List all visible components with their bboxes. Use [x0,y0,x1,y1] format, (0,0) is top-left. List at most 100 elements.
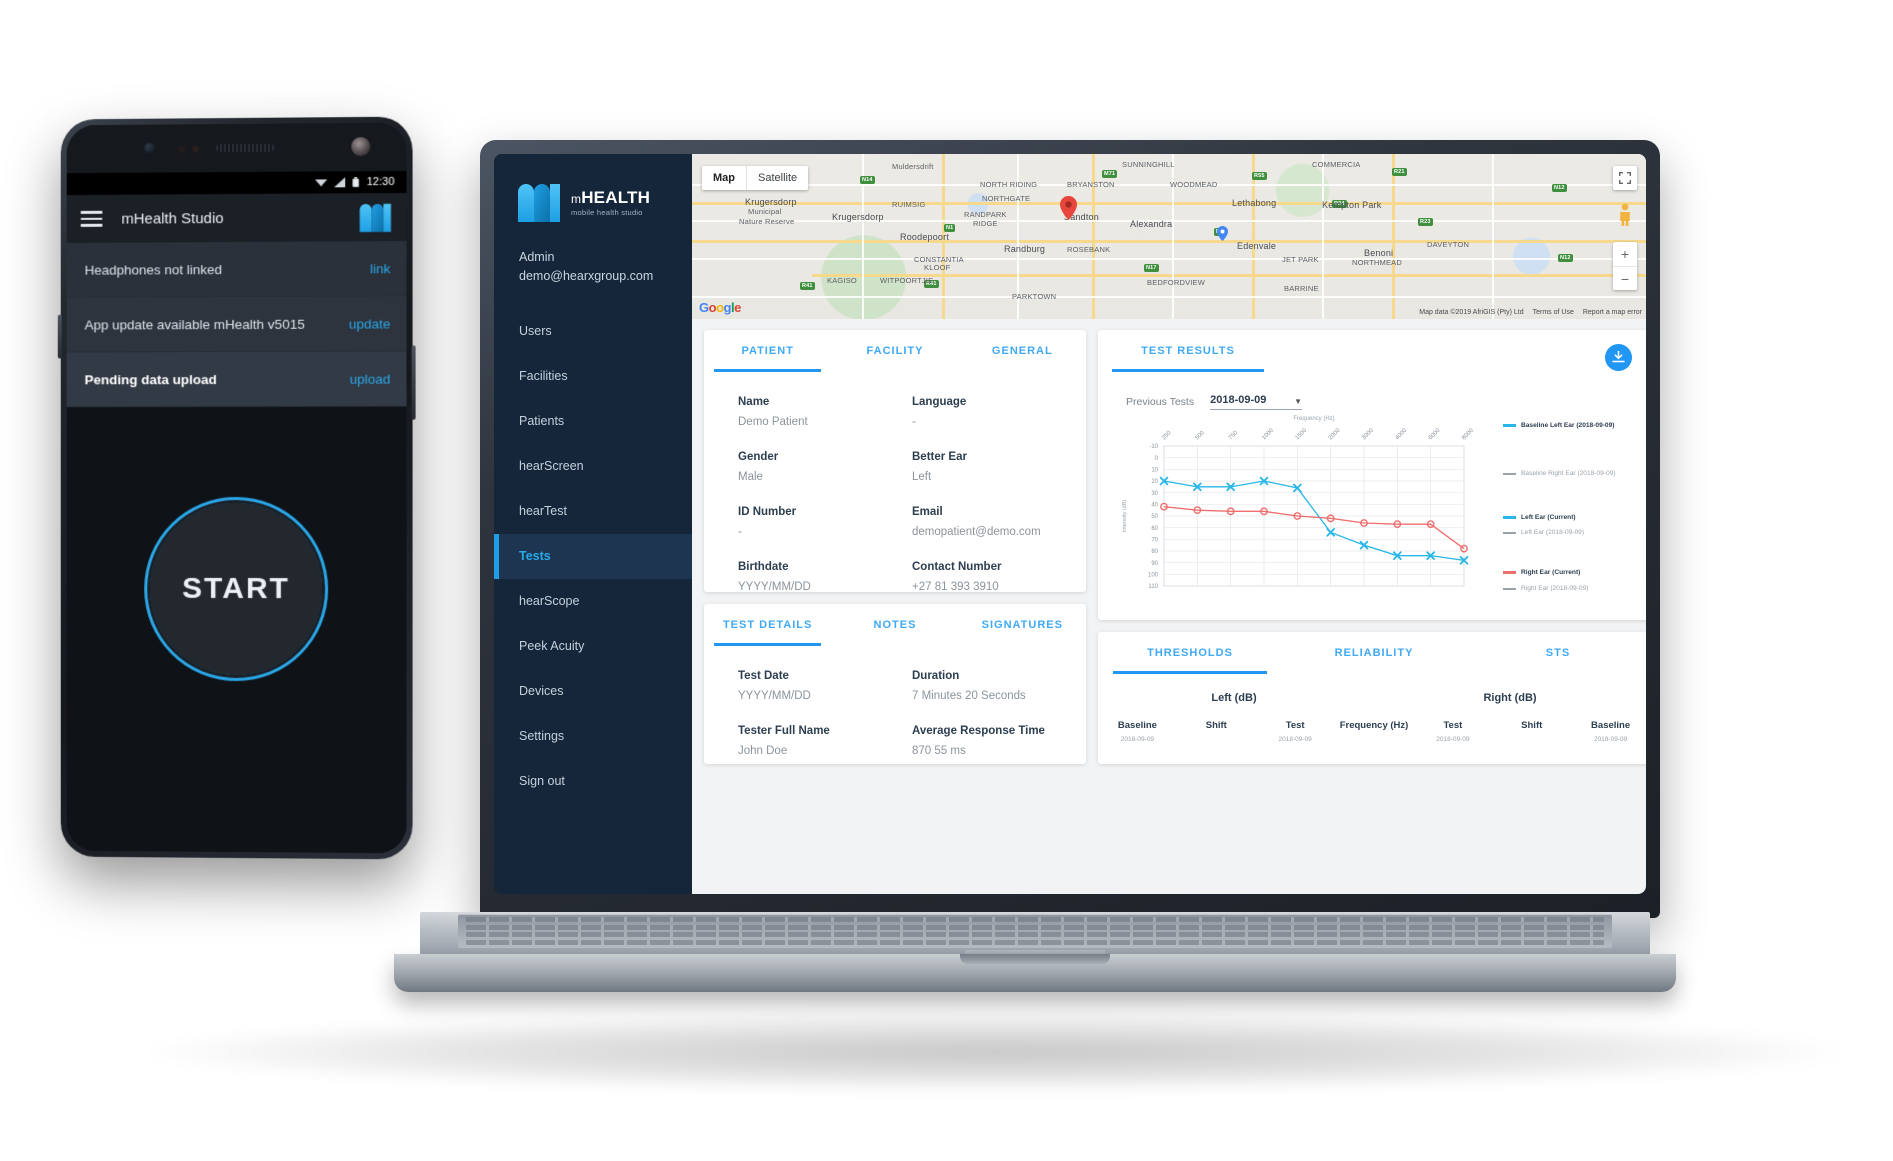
map-place-label: Krugersdorp [832,212,884,222]
field-value: John Doe [738,745,788,757]
map-report-error-link[interactable]: Report a map error [1583,309,1642,316]
tab-signatures[interactable]: SIGNATURES [959,604,1086,646]
tab-facility[interactable]: FACILITY [831,330,958,372]
sidebar-item-patients[interactable]: Patients [494,399,692,444]
brand-wordmark: mHEALTH mobile health studio [571,187,650,217]
sidebar-item-tests[interactable]: Tests [494,533,692,579]
map-fullscreen-button[interactable] [1613,166,1637,190]
map-marker-pin-red[interactable] [1060,196,1077,220]
map-place-label: BARRINE [1284,284,1319,293]
chart-ytick: 20 [1151,479,1158,485]
map-zoom-out-button[interactable]: − [1613,266,1637,290]
laptop-keyboard-deck [420,912,1650,959]
map-place-label: Municipal [748,207,782,216]
download-results-button[interactable] [1605,344,1632,371]
sidebar-item-hearscope[interactable]: hearScope [494,579,692,624]
tab-reliability[interactable]: RELIABILITY [1282,632,1466,674]
location-map[interactable]: N14 M71 R55 R21 N1 N3 R23 R41 R41 N17 R2… [692,154,1646,319]
phone-app-title: mHealth Studio [121,209,224,228]
tab-sts[interactable]: STS [1466,632,1646,674]
google-logo-e: e [734,300,741,315]
sidebar-item-peek-acuity[interactable]: Peek Acuity [494,624,692,669]
tab-patient[interactable]: PATIENT [704,330,831,372]
sidebar-item-hearscreen[interactable]: hearScreen [494,444,692,489]
patient-card-tabs: PATIENT FACILITY GENERAL [704,330,1086,372]
column-header: Shift [1205,720,1227,731]
sidebar-item-devices[interactable]: Devices [494,669,692,714]
wifi-icon [315,179,327,187]
map-background [692,154,1646,319]
legend-item-right-ear-current: Right Ear (Current) [1503,569,1580,576]
keyboard-row [466,939,1604,945]
legend-item-right-ear-previous: Right Ear (2018-09-09) [1503,585,1588,592]
test-details-fields: Test Date YYYY/MM/DD Duration 7 Minutes … [704,646,1086,757]
field-value: Male [738,471,763,483]
chart-ytick: 80 [1151,549,1158,555]
field-gender: Gender Male [738,451,912,483]
notification-action-upload[interactable]: upload [350,371,391,386]
sidebar-item-sign-out[interactable]: Sign out [494,759,692,804]
sidebar-item-facilities[interactable]: Facilities [494,354,692,399]
field-test-date: Test Date YYYY/MM/DD [738,670,912,702]
field-value: +27 81 393 3910 [912,581,999,593]
map-terms-link[interactable]: Terms of Use [1533,309,1574,316]
sidebar-item-heartest[interactable]: hearTest [494,489,692,534]
legend-swatch [1503,587,1516,590]
tab-thresholds[interactable]: THRESHOLDS [1098,632,1282,674]
thresholds-card: THRESHOLDS RELIABILITY STS Left (dB) Rig… [1098,632,1646,764]
map-zoom-in-button[interactable]: + [1613,242,1637,266]
google-logo-g2: g [723,300,732,315]
mhealth-m-logo-icon [359,203,391,233]
screenshot-stage: mHEALTH mobile health studio Admin demo@… [0,0,1893,1161]
chart-xaxis-title: Frequency (Hz) [1293,416,1334,422]
laptop-base [394,912,1676,998]
phone-volume-button[interactable] [411,345,416,420]
map-place-label: Lethabong [1232,198,1277,208]
map-attribution-data: Map data ©2019 AfriGIS (Pty) Ltd [1419,309,1524,316]
map-type-map-button[interactable]: Map [702,166,746,190]
notification-action-update[interactable]: update [349,316,391,331]
map-place-label: Roodepoort [900,232,950,242]
field-value: 870 55 ms [912,745,966,757]
start-button-label: START [182,571,290,606]
map-marker-pin-blue[interactable] [1217,226,1228,241]
map-street-view-pegman[interactable] [1613,202,1637,228]
map-zoom-controls[interactable]: + − [1613,242,1637,290]
download-icon [1612,351,1625,363]
tab-test-results[interactable]: TEST RESULTS [1098,330,1278,372]
laptop-keyboard [458,914,1612,948]
field-better-ear: Better Ear Left [912,451,1086,483]
chart-ytick: 70 [1151,538,1158,544]
map-type-satellite-button[interactable]: Satellite [746,166,809,190]
mhealth-m-logo-icon [518,184,560,222]
map-road-minor [692,258,1646,260]
threshold-col-left-test: Test 2018-09-09 [1256,720,1335,743]
mhealth-studio-web-app: mHEALTH mobile health studio Admin demo@… [494,154,1646,894]
map-road [692,240,1646,243]
tab-notes[interactable]: NOTES [831,604,958,646]
tab-test-details[interactable]: TEST DETAILS [704,604,831,646]
field-label: ID Number [738,506,797,518]
field-label: Better Ear [912,451,967,463]
column-header: Test [1443,720,1463,731]
notification-action-link[interactable]: link [370,261,390,276]
map-place-label: KLOOF [924,263,951,272]
legend-label: Baseline Left Ear (2018-09-09) [1521,422,1615,429]
sidebar-item-settings[interactable]: Settings [494,714,692,759]
chart-ytick: 100 [1148,573,1159,579]
laptop-base-front [394,954,1676,992]
map-type-switcher[interactable]: Map Satellite [702,166,809,190]
map-route-shield: N1 [944,224,956,232]
field-value: Demo Patient [738,416,808,428]
field-id-number: ID Number - [738,506,912,538]
phone-power-button[interactable] [57,314,62,359]
start-test-button[interactable]: START [150,502,323,676]
fullscreen-icon [1619,172,1631,184]
sidebar-item-users[interactable]: Users [494,309,692,354]
chart-ytick: 90 [1151,561,1158,567]
field-label: Tester Full Name [738,725,830,737]
hamburger-menu-icon[interactable] [80,207,103,231]
map-attribution: Map data ©2019 AfriGIS (Pty) Ltd Terms o… [1419,309,1642,316]
field-label: Language [912,396,967,408]
tab-general[interactable]: GENERAL [959,330,1086,372]
